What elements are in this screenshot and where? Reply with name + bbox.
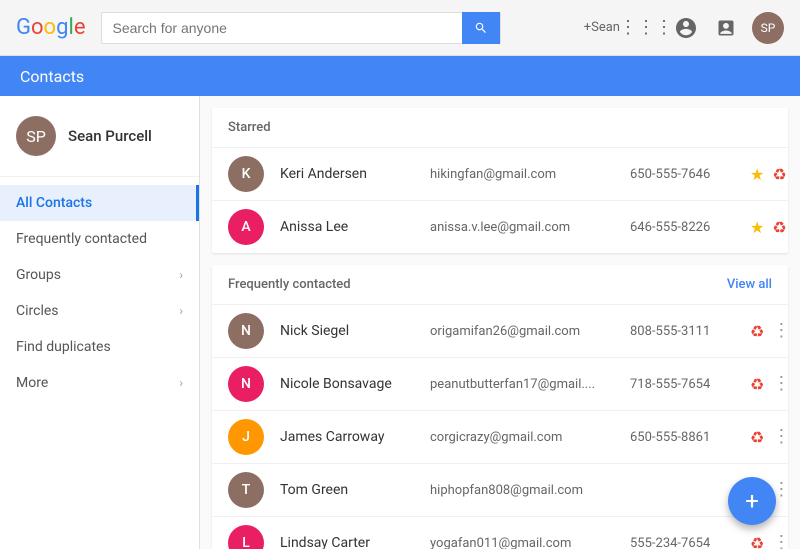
chevron-right-icon: ›: [179, 268, 183, 282]
sidebar-item-all-contacts[interactable]: All Contacts: [0, 185, 199, 221]
sidebar-username: Sean Purcell: [68, 127, 152, 145]
search-input[interactable]: [102, 20, 462, 36]
avatar: T: [228, 472, 264, 508]
contact-phone: 555-234-7654: [630, 536, 750, 549]
frequently-contacted-header: Frequently contacted View all: [212, 265, 788, 304]
avatar: L: [228, 525, 264, 549]
sidebar-item-label: Find duplicates: [16, 339, 111, 355]
contact-email: yogafan011@gmail.com: [430, 536, 630, 549]
contact-phone: 650-555-8861: [630, 430, 750, 445]
contact-actions: ★ ♻ ⋮: [750, 218, 800, 237]
contact-name: Nick Siegel: [280, 323, 430, 339]
contact-email: origamifan26@gmail.com: [430, 324, 630, 339]
contact-actions: ★ ♻ ⋮: [750, 165, 800, 184]
google-contact-icon[interactable]: ♻: [750, 375, 764, 394]
contact-row[interactable]: K Keri Andersen hikingfan@gmail.com 650-…: [212, 147, 788, 200]
sidebar-item-groups[interactable]: Groups ›: [0, 257, 199, 293]
chevron-right-icon: ›: [179, 304, 183, 318]
chevron-right-icon: ›: [179, 376, 183, 390]
sidebar-item-circles[interactable]: Circles ›: [0, 293, 199, 329]
contact-actions: ♻ ⋮: [750, 534, 790, 549]
sidebar-nav: All Contacts Frequently contacted Groups…: [0, 177, 199, 409]
more-options-icon[interactable]: ⋮: [795, 165, 800, 183]
contact-name: Keri Andersen: [280, 166, 430, 182]
sidebar: SP Sean Purcell All Contacts Frequently …: [0, 96, 200, 549]
sidebar-item-frequently-contacted[interactable]: Frequently contacted: [0, 221, 199, 257]
starred-section: Starred K Keri Andersen hikingfan@gmail.…: [212, 108, 788, 253]
more-options-icon[interactable]: ⋮: [772, 428, 790, 446]
contact-actions: ♻ ⋮: [750, 428, 790, 447]
contacts-title: Contacts: [20, 67, 84, 86]
contact-row[interactable]: L Lindsay Carter yogafan011@gmail.com 55…: [212, 516, 788, 549]
apps-icon[interactable]: ⋮⋮⋮: [632, 14, 660, 42]
google-logo: Google: [16, 15, 85, 40]
add-contact-fab[interactable]: +: [728, 477, 776, 525]
contact-actions: ♻ ⋮: [750, 322, 790, 341]
add-icon: +: [745, 487, 759, 515]
more-options-icon[interactable]: ⋮: [772, 322, 790, 340]
contact-email: anissa.v.lee@gmail.com: [430, 220, 630, 235]
sidebar-item-label: Groups: [16, 267, 61, 283]
contact-name: Anissa Lee: [280, 219, 430, 235]
google-contact-icon[interactable]: ♻: [750, 534, 764, 549]
account-icon[interactable]: [672, 14, 700, 42]
contact-row[interactable]: N Nicole Bonsavage peanutbutterfan17@gma…: [212, 357, 788, 410]
sidebar-item-label: Circles: [16, 303, 59, 319]
contact-phone: 808-555-3111: [630, 324, 750, 339]
starred-section-header: Starred: [212, 108, 788, 147]
google-contact-icon[interactable]: ♻: [772, 165, 786, 184]
star-icon[interactable]: ★: [750, 218, 764, 237]
contact-email: hikingfan@gmail.com: [430, 167, 630, 182]
topbar: Google +Sean ⋮⋮⋮ SP: [0, 0, 800, 56]
sidebar-item-label: Frequently contacted: [16, 231, 147, 247]
more-options-icon[interactable]: ⋮: [772, 375, 790, 393]
sidebar-item-more[interactable]: More ›: [0, 365, 199, 401]
plus-sean[interactable]: +Sean: [584, 20, 620, 35]
sidebar-item-find-duplicates[interactable]: Find duplicates: [0, 329, 199, 365]
contact-email: corgicrazy@gmail.com: [430, 430, 630, 445]
contact-row[interactable]: A Anissa Lee anissa.v.lee@gmail.com 646-…: [212, 200, 788, 253]
sidebar-item-label: All Contacts: [16, 195, 92, 211]
avatar: J: [228, 419, 264, 455]
contacts-header: Contacts: [0, 56, 800, 96]
contact-name: James Carroway: [280, 429, 430, 445]
search-button[interactable]: [462, 12, 500, 44]
user-avatar[interactable]: SP: [752, 12, 784, 44]
avatar: K: [228, 156, 264, 192]
search-bar: [101, 12, 501, 44]
contact-phone: 718-555-7654: [630, 377, 750, 392]
avatar: SP: [16, 116, 56, 156]
contact-email: peanutbutterfan17@gmail....: [430, 377, 630, 392]
contact-row[interactable]: J James Carroway corgicrazy@gmail.com 65…: [212, 410, 788, 463]
more-options-icon[interactable]: ⋮: [772, 534, 790, 549]
google-contact-icon[interactable]: ♻: [750, 428, 764, 447]
frequently-contacted-title: Frequently contacted: [228, 277, 351, 292]
sidebar-item-label: More: [16, 375, 48, 391]
google-contact-icon[interactable]: ♻: [772, 218, 786, 237]
contact-email: hiphopfan808@gmail.com: [430, 483, 630, 498]
avatar: A: [228, 209, 264, 245]
avatar: N: [228, 366, 264, 402]
view-all-link[interactable]: View all: [727, 277, 772, 292]
sidebar-user: SP Sean Purcell: [0, 96, 199, 177]
contact-name: Nicole Bonsavage: [280, 376, 430, 392]
notifications-icon[interactable]: [712, 14, 740, 42]
google-contact-icon[interactable]: ♻: [750, 322, 764, 341]
starred-title: Starred: [228, 120, 271, 135]
topbar-right: +Sean ⋮⋮⋮ SP: [584, 12, 784, 44]
contact-phone: 646-555-8226: [630, 220, 750, 235]
contact-row[interactable]: N Nick Siegel origamifan26@gmail.com 808…: [212, 304, 788, 357]
contact-name: Lindsay Carter: [280, 535, 430, 549]
more-options-icon[interactable]: ⋮: [795, 218, 800, 236]
avatar: N: [228, 313, 264, 349]
main-layout: SP Sean Purcell All Contacts Frequently …: [0, 96, 800, 549]
star-icon[interactable]: ★: [750, 165, 764, 184]
contact-phone: 650-555-7646: [630, 167, 750, 182]
contact-actions: ♻ ⋮: [750, 375, 790, 394]
contact-name: Tom Green: [280, 482, 430, 498]
frequently-contacted-section: Frequently contacted View all N Nick Sie…: [212, 265, 788, 549]
content-area: Starred K Keri Andersen hikingfan@gmail.…: [200, 96, 800, 549]
contact-row[interactable]: T Tom Green hiphopfan808@gmail.com ♻ ⋮: [212, 463, 788, 516]
